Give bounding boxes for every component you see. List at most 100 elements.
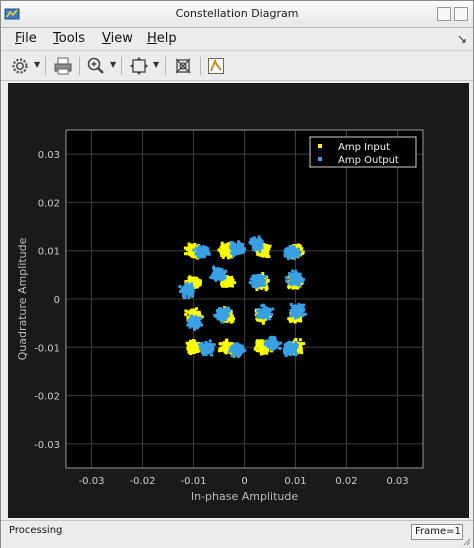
sample-marker (203, 352, 207, 356)
settings-icon[interactable] (10, 56, 30, 76)
close-button[interactable] (454, 7, 468, 21)
sample-marker (218, 275, 222, 279)
sample-marker (261, 351, 265, 355)
legend-label: Amp Output (338, 155, 399, 166)
sample-marker (228, 349, 232, 353)
sample-marker (268, 336, 272, 340)
sample-marker (218, 270, 222, 274)
status-bar: Processing Frame=1 (1, 520, 473, 548)
sample-marker (301, 252, 305, 256)
sample-marker (297, 308, 301, 312)
sample-marker (271, 348, 275, 352)
sample-marker (252, 285, 256, 289)
menu-tools[interactable]: Tools (53, 31, 85, 46)
sample-marker (259, 309, 263, 313)
zoom-in-icon[interactable] (86, 56, 106, 76)
sample-marker (221, 347, 225, 351)
menu-help[interactable]: Help (147, 31, 177, 46)
sample-marker (226, 256, 230, 260)
sample-marker (257, 315, 261, 319)
sample-marker (289, 279, 293, 283)
sample-marker (285, 276, 289, 280)
sample-marker (257, 235, 261, 239)
sample-marker (212, 343, 216, 347)
sample-marker (235, 342, 239, 346)
sample-marker (294, 343, 298, 347)
sample-marker (274, 341, 278, 345)
sample-marker (291, 349, 295, 353)
measurements-icon[interactable] (173, 56, 193, 76)
sample-marker (296, 254, 300, 258)
sample-marker (210, 347, 214, 351)
sample-marker (263, 275, 267, 279)
sample-marker (182, 294, 186, 298)
legend-marker (318, 157, 322, 161)
sample-marker (285, 345, 289, 349)
sample-marker (293, 312, 297, 316)
sample-marker (191, 289, 195, 293)
sample-marker (191, 311, 195, 315)
sample-marker (210, 353, 214, 357)
sample-marker (223, 313, 227, 317)
resize-grip-icon[interactable] (463, 538, 471, 546)
sample-marker (259, 345, 263, 349)
x-tick-label: 0.03 (386, 476, 408, 487)
sample-marker (186, 310, 190, 314)
sample-marker (303, 312, 307, 316)
highlight-icon[interactable] (206, 56, 226, 76)
autoscale-dropdown-icon[interactable]: ▼ (153, 60, 159, 69)
sample-marker (194, 326, 198, 330)
legend-label: Amp Input (338, 142, 390, 153)
sample-marker (278, 347, 282, 351)
dock-arrow-icon[interactable]: ↘ (457, 32, 467, 46)
y-tick-label: -0.02 (34, 392, 60, 403)
sample-marker (204, 345, 208, 349)
sample-marker (231, 248, 235, 252)
menu-view[interactable]: View (102, 31, 133, 46)
frame-counter: Frame=1 (411, 524, 463, 540)
sample-marker (258, 250, 262, 254)
sample-marker (194, 348, 198, 352)
settings-dropdown-icon[interactable]: ▼ (34, 60, 40, 69)
sample-marker (188, 343, 192, 347)
sample-marker (212, 266, 216, 270)
sample-marker (266, 279, 270, 283)
sample-marker (227, 309, 231, 313)
sample-marker (233, 281, 237, 285)
autoscale-icon[interactable] (129, 56, 149, 76)
sample-marker (195, 311, 199, 315)
sample-marker (296, 283, 300, 287)
sample-marker (285, 279, 289, 283)
x-tick-label: -0.02 (130, 476, 156, 487)
zoom-dropdown-icon[interactable]: ▼ (110, 60, 116, 69)
sample-marker (259, 276, 263, 280)
plot-panel: -0.03 -0.02 -0.01 0 0.01 0.02 0.03 0.03 0.02 0.01… (8, 83, 469, 518)
sample-marker (225, 253, 229, 257)
menu-file[interactable]: File (15, 31, 37, 46)
y-tick-label: 0 (54, 295, 60, 306)
sample-marker (256, 275, 260, 279)
sample-marker (253, 347, 257, 351)
sample-marker (302, 303, 306, 307)
sample-marker (291, 343, 295, 347)
sample-marker (260, 286, 264, 290)
sample-marker (273, 336, 277, 340)
status-text: Processing (9, 525, 63, 536)
constellation-plot[interactable]: -0.03 -0.02 -0.01 0 0.01 0.02 0.03 0.03 0.02 0.01… (8, 83, 469, 518)
toolbar: ▼ ▼ ▼ (1, 50, 473, 81)
sample-marker (219, 309, 223, 313)
menu-bar: File Tools View Help ↘ (1, 28, 473, 50)
sample-marker (225, 338, 229, 342)
sample-marker (265, 348, 269, 352)
title-bar[interactable]: Constellation Diagram (1, 1, 473, 28)
sample-marker (292, 257, 296, 261)
sample-marker (220, 253, 224, 257)
sample-marker (238, 249, 242, 253)
sample-marker (195, 317, 199, 321)
sample-marker (189, 285, 193, 289)
sample-marker (253, 276, 257, 280)
sample-marker (239, 347, 243, 351)
sample-marker (255, 244, 259, 248)
maximize-button[interactable] (437, 7, 451, 21)
print-icon[interactable] (53, 56, 73, 76)
